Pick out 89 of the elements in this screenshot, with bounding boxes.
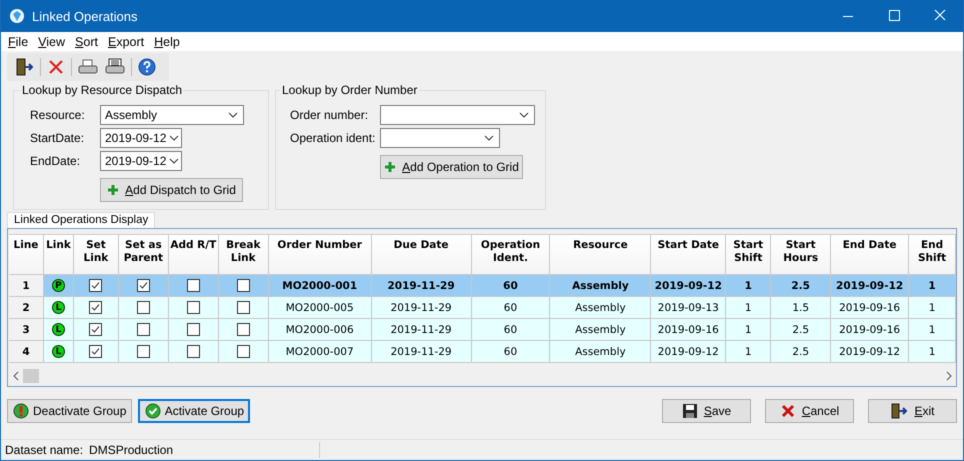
checkbox[interactable] xyxy=(236,301,250,314)
menu-item[interactable]: File xyxy=(3,34,34,48)
group-title: Lookup by Resource Dispatch xyxy=(21,83,184,97)
operation-ident-dropdown[interactable] xyxy=(380,128,500,148)
column-header[interactable]: Break Link xyxy=(218,235,269,275)
link-badge: P xyxy=(52,279,65,292)
table-cell: 2019-09-12 xyxy=(651,341,726,363)
column-header[interactable]: Link xyxy=(44,235,74,275)
table-row[interactable]: 4 L MO2000-007 2019-11-29 60 Assembly 2019-09-12 1 2.5 2019-09-12 1 xyxy=(9,341,956,363)
field-label: StartDate: xyxy=(30,131,86,145)
cancel-button[interactable]: Cancel xyxy=(765,399,854,423)
checkmark-icon xyxy=(144,403,161,419)
menu-item[interactable]: Export xyxy=(102,34,150,48)
column-header[interactable]: End Date xyxy=(831,235,910,275)
checkbox[interactable] xyxy=(186,301,200,314)
checkbox[interactable] xyxy=(186,323,200,336)
help-icon[interactable] xyxy=(137,57,157,77)
link-badge: L xyxy=(52,301,65,314)
table-cell: 60 xyxy=(472,341,550,363)
status-value: DMSProduction xyxy=(89,443,174,457)
window-title: Linked Operations xyxy=(32,8,138,24)
exit-door-icon xyxy=(890,403,908,419)
resource-dropdown[interactable]: Assembly xyxy=(100,105,244,125)
scrollbar-thumb[interactable] xyxy=(23,369,39,383)
checkbox[interactable] xyxy=(136,279,150,292)
order-number-dropdown[interactable] xyxy=(380,105,535,125)
column-header[interactable]: End Shift xyxy=(909,235,956,275)
checkbox[interactable] xyxy=(236,279,250,292)
checkbox[interactable] xyxy=(186,279,200,292)
line-number: 4 xyxy=(9,341,44,363)
start-date-picker[interactable]: 2019-09-12 xyxy=(100,128,182,148)
column-header[interactable]: Set Link xyxy=(74,235,119,275)
checkbox[interactable] xyxy=(136,345,150,358)
column-header[interactable]: Order Number xyxy=(268,235,372,275)
checkbox[interactable] xyxy=(89,323,102,336)
warning-icon xyxy=(13,403,29,419)
table-cell: 2019-11-29 xyxy=(372,341,472,363)
menu-item[interactable]: Help xyxy=(149,34,185,48)
link-badge: L xyxy=(52,323,65,336)
table-cell: 1 xyxy=(909,341,956,363)
column-header[interactable]: Start Shift xyxy=(726,235,772,275)
add-dispatch-button[interactable]: Add Dispatch to Grid xyxy=(100,178,243,202)
tab[interactable]: Linked Operations Display xyxy=(7,212,156,228)
table-cell: MO2000-007 xyxy=(268,341,372,363)
column-header[interactable]: Due Date xyxy=(372,235,472,275)
checkbox[interactable] xyxy=(136,323,150,336)
status-label: Dataset name: xyxy=(5,443,84,457)
column-header[interactable]: Operation Ident. xyxy=(472,235,550,275)
column-header[interactable]: Resource xyxy=(550,235,652,275)
group-title: Lookup by Order Number xyxy=(281,83,418,97)
line-number: 3 xyxy=(9,319,44,341)
table-row[interactable]: 2 L MO2000-005 2019-11-29 60 Assembly 2019-09-13 1 1.5 2019-09-16 1 xyxy=(9,297,956,319)
plus-icon xyxy=(384,161,396,173)
field-label: Resource: xyxy=(30,108,86,122)
checkbox[interactable] xyxy=(236,323,250,336)
column-header[interactable]: Line xyxy=(9,235,44,275)
table-cell: 2.5 xyxy=(771,341,832,363)
column-header[interactable]: Set as Parent xyxy=(118,235,169,275)
app-icon xyxy=(9,8,25,24)
column-header[interactable]: Start Date xyxy=(651,235,726,275)
cancel-icon xyxy=(780,403,796,419)
table-row[interactable]: 1 P MO2000-001 2019-11-29 60 Assembly 2019-09-12 1 2.5 2019-09-12 1 xyxy=(9,275,956,297)
menu-item[interactable]: Sort xyxy=(70,34,103,48)
exit-button[interactable]: Exit xyxy=(868,399,957,423)
table-cell: 2019-09-12 xyxy=(831,341,910,363)
line-number: 1 xyxy=(9,275,44,297)
field-label: Operation ident: xyxy=(290,131,376,145)
checkbox[interactable] xyxy=(89,279,102,292)
checkbox[interactable] xyxy=(89,301,102,314)
checkbox[interactable] xyxy=(89,345,102,358)
activate-group-button[interactable]: Activate Group xyxy=(138,399,250,423)
table-row[interactable]: 3 L MO2000-006 2019-11-29 60 Assembly 2019-09-16 1 2.5 2019-09-16 1 xyxy=(9,319,956,341)
line-number: 2 xyxy=(9,297,44,319)
checkbox[interactable] xyxy=(236,345,250,358)
plus-icon xyxy=(107,184,120,196)
checkbox[interactable] xyxy=(186,345,200,358)
deactivate-group-button[interactable]: Deactivate Group xyxy=(7,399,132,423)
menu-item[interactable]: View xyxy=(33,34,70,48)
save-button[interactable]: Save xyxy=(662,399,751,423)
checkbox[interactable] xyxy=(136,301,150,314)
link-badge: L xyxy=(52,345,65,358)
table-cell: Assembly xyxy=(550,341,652,363)
column-header[interactable]: Start Hours xyxy=(771,235,832,275)
column-header[interactable]: Add R/T xyxy=(168,235,219,275)
table-cell: 1 xyxy=(726,341,772,363)
field-label: Order number: xyxy=(290,108,370,122)
end-date-picker[interactable]: 2019-09-12 xyxy=(100,151,182,171)
field-label: EndDate: xyxy=(30,154,82,168)
add-operation-button[interactable]: Add Operation to Grid xyxy=(380,155,523,179)
